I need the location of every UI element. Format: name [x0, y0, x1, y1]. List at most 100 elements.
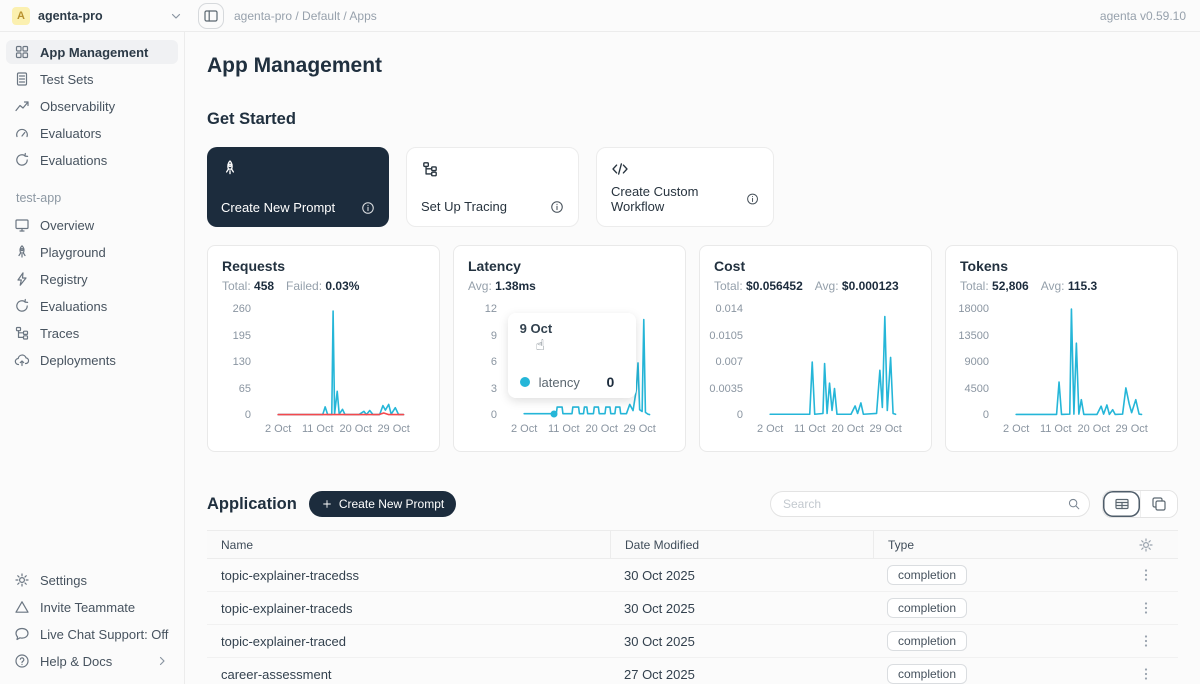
sidebar-spacer — [6, 375, 178, 568]
sidebar-item-playground[interactable]: Playground — [6, 240, 178, 264]
app-name: topic-explainer-tracedss — [207, 568, 610, 583]
sidebar-item-label: Help & Docs — [40, 654, 112, 669]
chart-plot[interactable] — [752, 309, 917, 415]
x-tick-label: 29 Oct — [1115, 423, 1147, 435]
cloud-icon — [14, 352, 30, 368]
gauge-icon — [14, 125, 30, 141]
sidebar-item-label: Overview — [40, 218, 94, 233]
row-menu-button[interactable] — [1136, 598, 1156, 618]
x-axis: 2 Oct11 Oct20 Oct29 Oct — [998, 415, 1163, 437]
docs-icon — [14, 71, 30, 87]
chart-stat: Failed: 0.03% — [286, 279, 371, 293]
row-menu-button[interactable] — [1136, 631, 1156, 651]
series-cost — [770, 317, 895, 415]
create-new-prompt-card[interactable]: Create New Prompt — [207, 147, 389, 227]
y-tick-label: 18000 — [958, 303, 989, 315]
x-tick-label: 11 Oct — [1040, 423, 1072, 435]
y-tick-label: 6 — [491, 356, 497, 368]
chart-plot[interactable]: 9 Oct☝ latency 0 — [506, 309, 671, 415]
y-tick-label: 65 — [239, 383, 251, 395]
legend-dot-icon — [520, 377, 530, 387]
topbar: A agenta-pro agenta-pro / Default / Apps… — [0, 0, 1200, 32]
x-tick-label: 2 Oct — [265, 423, 291, 435]
sidebar-item-help-docs[interactable]: Help & Docs — [6, 649, 178, 673]
create-new-prompt-button[interactable]: Create New Prompt — [309, 491, 456, 517]
sidebar-item-test-sets[interactable]: Test Sets — [6, 67, 178, 91]
tree-icon — [14, 325, 30, 341]
y-tick-label: 4500 — [965, 383, 989, 395]
cycle-icon — [14, 298, 30, 314]
x-tick-label: 2 Oct — [511, 423, 537, 435]
info-icon[interactable] — [550, 200, 564, 214]
y-axis: 0.0140.01050.0070.00350 — [714, 309, 752, 415]
sidebar-item-observability[interactable]: Observability — [6, 94, 178, 118]
app-date-modified: 30 Oct 2025 — [610, 634, 873, 649]
view-toggle — [1102, 490, 1178, 518]
monitor-icon — [14, 217, 30, 233]
row-menu-button[interactable] — [1136, 664, 1156, 684]
sidebar-item-evaluations[interactable]: Evaluations — [6, 294, 178, 318]
create-custom-workflow-card[interactable]: Create Custom Workflow — [596, 147, 774, 227]
y-tick-label: 9 — [491, 330, 497, 342]
ellipsis-vertical-icon — [1138, 633, 1154, 649]
sidebar-item-evaluators[interactable]: Evaluators — [6, 121, 178, 145]
chart-plot[interactable] — [998, 309, 1163, 415]
table-row-topic-explainer-traced[interactable]: topic-explainer-traced30 Oct 2025complet… — [207, 625, 1178, 658]
sidebar-item-label: Settings — [40, 573, 87, 588]
y-tick-label: 3 — [491, 383, 497, 395]
sidebar-item-live-chat-support-off[interactable]: Live Chat Support: Off — [6, 622, 178, 646]
set-up-tracing-card[interactable]: Set Up Tracing — [406, 147, 579, 227]
sidebar-item-label: Evaluations — [40, 299, 107, 314]
column-header-type[interactable]: Type — [873, 531, 1114, 558]
sidebar-toggle-button[interactable] — [198, 3, 224, 29]
charts-row: RequestsTotal: 458Failed: 0.03%260195130… — [207, 245, 1178, 452]
info-icon[interactable] — [361, 201, 375, 215]
info-icon[interactable] — [746, 192, 759, 206]
card-view-button[interactable] — [1140, 491, 1177, 517]
y-tick-label: 0 — [491, 409, 497, 421]
ellipsis-vertical-icon — [1138, 666, 1154, 682]
table-row-career-assessment[interactable]: career-assessment27 Oct 2025completion — [207, 658, 1178, 684]
tooltip-series-label: latency — [539, 375, 580, 390]
ellipsis-vertical-icon — [1138, 567, 1154, 583]
plus-icon — [321, 498, 333, 510]
sidebar-item-settings[interactable]: Settings — [6, 568, 178, 592]
x-tick-label: 2 Oct — [757, 423, 783, 435]
table-view-button[interactable] — [1103, 491, 1140, 517]
sidebar-item-registry[interactable]: Registry — [6, 267, 178, 291]
sidebar-item-deployments[interactable]: Deployments — [6, 348, 178, 372]
column-header-name[interactable]: Name — [207, 531, 610, 558]
sidebar-item-traces[interactable]: Traces — [6, 321, 178, 345]
x-axis: 2 Oct11 Oct20 Oct29 Oct — [752, 415, 917, 437]
breadcrumb: agenta-pro / Default / Apps — [234, 9, 377, 23]
x-tick-label: 20 Oct — [831, 423, 863, 435]
hand-cursor-icon: ☝ — [536, 336, 625, 354]
tooltip-date: 9 Oct — [520, 321, 625, 336]
row-menu-button[interactable] — [1136, 565, 1156, 585]
table-row-topic-explainer-tracedss[interactable]: topic-explainer-tracedss30 Oct 2025compl… — [207, 559, 1178, 592]
search-icon — [1067, 497, 1081, 511]
chart-stat: Avg: 1.38ms — [468, 279, 548, 293]
column-header-date-modified[interactable]: Date Modified — [610, 531, 873, 558]
chart-title: Requests — [222, 258, 425, 274]
chart-stat: Avg: 115.3 — [1041, 279, 1110, 293]
chart-card-latency: LatencyAvg: 1.38ms1296309 Oct☝latency02 … — [453, 245, 686, 452]
table-row-topic-explainer-traceds[interactable]: topic-explainer-traceds30 Oct 2025comple… — [207, 592, 1178, 625]
sidebar-item-invite-teammate[interactable]: Invite Teammate — [6, 595, 178, 619]
type-badge: completion — [887, 565, 967, 585]
chart-plot[interactable] — [260, 309, 425, 415]
sidebar-item-evaluations[interactable]: Evaluations — [6, 148, 178, 172]
table-settings-button[interactable] — [1136, 535, 1156, 555]
y-tick-label: 12 — [485, 303, 497, 315]
chevron-right-icon — [154, 653, 170, 669]
workspace-selector[interactable]: A agenta-pro — [12, 7, 184, 25]
chart-tooltip: 9 Oct☝ latency 0 — [508, 313, 637, 398]
sidebar-item-overview[interactable]: Overview — [6, 213, 178, 237]
y-axis: 129630 — [468, 309, 506, 415]
tooltip-value: 0 — [607, 374, 615, 390]
tracing-tree-icon — [421, 160, 439, 178]
sidebar-item-app-management[interactable]: App Management — [6, 40, 178, 64]
search-button[interactable] — [1067, 497, 1081, 511]
search-input[interactable] — [783, 497, 1067, 511]
code-icon — [611, 160, 629, 178]
